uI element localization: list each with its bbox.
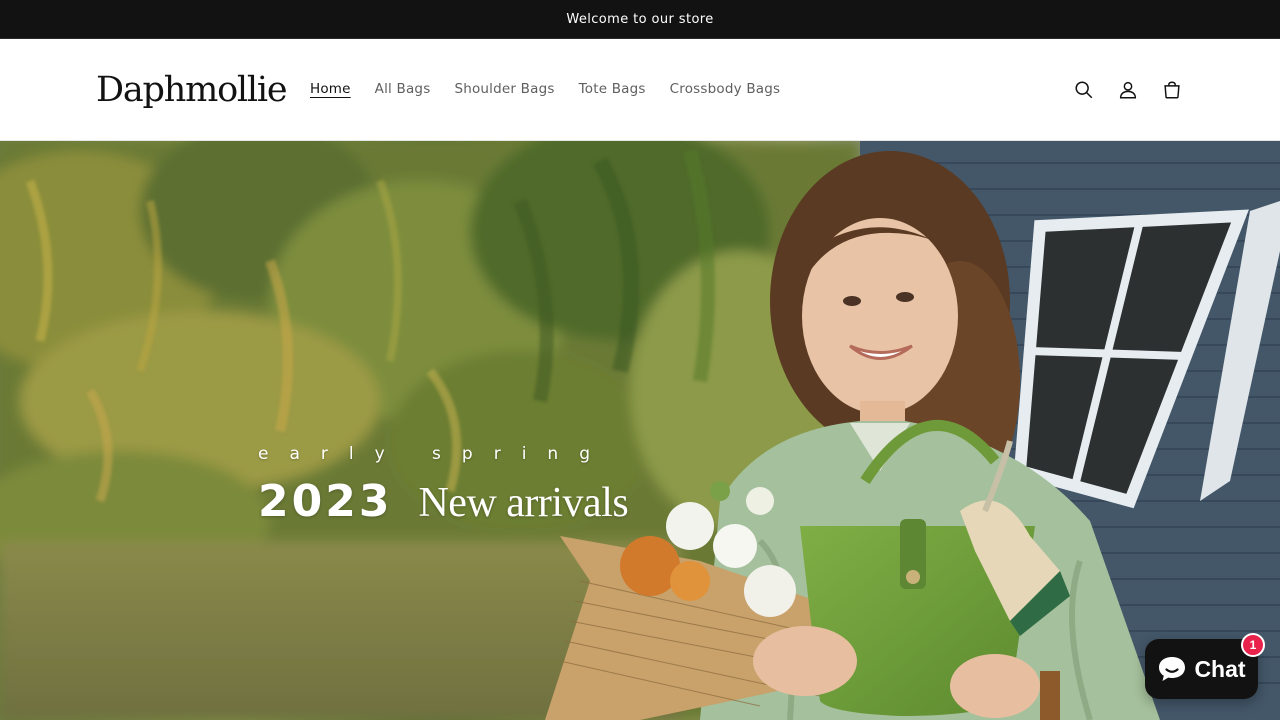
hero-kicker: early spring [258,444,611,464]
search-icon [1075,81,1093,99]
hero-title: New arrivals [418,480,629,526]
announcement-bar: Welcome to our store [0,0,1280,39]
header-icons [1062,68,1194,112]
nav-all-bags[interactable]: All Bags [363,75,443,103]
search-button[interactable] [1062,68,1106,112]
chat-bubble-icon [1159,657,1186,681]
store-logo[interactable]: Daphmollie [96,68,288,112]
hero-banner[interactable]: early spring 2023 New arrivals [0,141,1280,720]
account-button[interactable] [1106,68,1150,112]
nav-shoulder-bags[interactable]: Shoulder Bags [442,75,566,103]
site-header: Daphmollie Home All Bags Shoulder Bags T… [0,39,1280,141]
hero-text-block: early spring 2023 New arrivals [258,444,629,527]
hero-year: 2023 [258,476,393,527]
announcement-text: Welcome to our store [566,11,714,27]
nav-crossbody-bags[interactable]: Crossbody Bags [658,75,793,103]
hero-image [0,141,1280,720]
cart-button[interactable] [1150,68,1194,112]
chat-label: Chat [1194,655,1246,682]
cart-icon [1164,81,1180,99]
chat-unread-badge: 1 [1241,633,1265,657]
nav-home[interactable]: Home [298,75,363,103]
account-icon [1119,81,1137,99]
nav-tote-bags[interactable]: Tote Bags [567,75,658,103]
main-nav: Home All Bags Shoulder Bags Tote Bags Cr… [298,75,792,103]
hero-heading: 2023 New arrivals [258,476,629,527]
